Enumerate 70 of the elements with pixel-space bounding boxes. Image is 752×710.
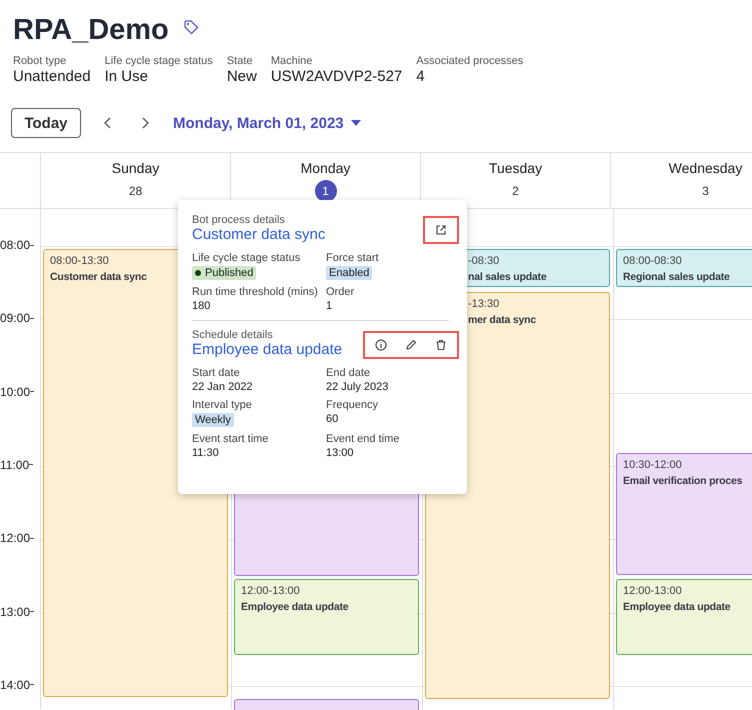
field-label: Force start	[326, 252, 379, 264]
field-value: 22 July 2023	[326, 381, 388, 393]
field-label: Event end time	[326, 433, 400, 445]
event-time: 12:00-13:00	[623, 585, 682, 597]
day-number[interactable]: 1	[314, 180, 336, 202]
event-time: 08:00-13:30	[50, 255, 109, 267]
date-picker[interactable]: Monday, March 01, 2023	[173, 114, 362, 132]
time-label: 09:00	[0, 311, 30, 326]
time-label: 12:00	[0, 531, 30, 546]
field-value: 11:30	[192, 447, 219, 459]
calendar-event[interactable]: 12:00-13:00 Employee data update	[616, 579, 752, 655]
caret-icon	[350, 119, 362, 127]
page-title: RPA_Demo	[13, 14, 169, 46]
field-value: 60	[326, 413, 338, 425]
event-time: 10:30-12:00	[623, 459, 682, 471]
property-label: Associated processes	[416, 54, 524, 68]
event-time: -13:30	[468, 298, 500, 310]
time-label: 11:00	[0, 458, 30, 472]
trash-icon[interactable]	[435, 339, 447, 351]
event-title: Employee data update	[623, 601, 730, 613]
property-label: Machine	[270, 54, 314, 68]
event-title: Regional sales update	[623, 271, 730, 283]
property-value: Unattended	[13, 68, 91, 86]
tag-badge: Enabled	[326, 266, 372, 280]
day-number[interactable]: 28	[124, 180, 146, 202]
time-label: 13:00	[0, 604, 30, 618]
field-label: Frequency	[326, 399, 378, 411]
pencil-icon[interactable]	[405, 339, 417, 351]
event-title: nal sales update	[468, 271, 546, 283]
property-value: In Use	[104, 68, 149, 86]
day-name: Monday	[300, 160, 350, 176]
field-label: Order	[326, 286, 354, 298]
field-value: 180	[192, 300, 210, 312]
event-title: Email verification proces	[623, 475, 742, 487]
property-label: Life cycle stage status	[104, 54, 213, 68]
status-badge: Published	[192, 266, 256, 280]
day-name: Wednesday	[668, 160, 742, 176]
event-time: 08:00-08:30	[623, 255, 682, 267]
field-value: 1	[326, 300, 332, 312]
day-name: Sunday	[112, 160, 160, 176]
next-icon[interactable]	[140, 116, 150, 130]
event-title: Customer data sync	[50, 271, 147, 283]
property-label: State	[226, 54, 254, 68]
event-time: -08:30	[468, 255, 500, 267]
event-time: 12:00-13:00	[241, 585, 300, 597]
external-link-icon[interactable]	[435, 224, 447, 236]
event-title: Employee data update	[241, 601, 348, 613]
field-label: End date	[326, 367, 370, 379]
day-number[interactable]: 3	[694, 180, 716, 202]
info-icon[interactable]	[375, 339, 387, 351]
calendar-event[interactable]: 12:00-13:00 Employee data update	[234, 579, 419, 655]
time-label: 14:00	[0, 678, 30, 692]
day-name: Tuesday	[488, 160, 542, 176]
field-value: 13:00	[326, 447, 354, 459]
property-value: New	[226, 68, 257, 86]
day-number[interactable]: 2	[504, 180, 526, 202]
calendar-event[interactable]: 10:30-12:00 Email verification proces	[616, 453, 752, 575]
process-link[interactable]: Customer data sync	[192, 226, 326, 243]
property-value: USW2AVDVP2-527	[270, 68, 402, 86]
section-heading: Bot process details	[192, 214, 286, 226]
today-button[interactable]: Today	[11, 108, 81, 138]
time-label: 10:00	[0, 384, 30, 399]
tag-icon[interactable]	[182, 19, 199, 35]
calendar-event[interactable]: 08:00-08:30 Regional sales update	[616, 249, 752, 287]
tag-badge: Weekly	[192, 413, 234, 427]
property-value: 4	[416, 68, 426, 86]
event-title: mer data sync	[468, 314, 536, 326]
time-label: 08:00	[0, 238, 30, 252]
property-label: Robot type	[13, 54, 68, 68]
previous-icon[interactable]	[103, 116, 113, 130]
